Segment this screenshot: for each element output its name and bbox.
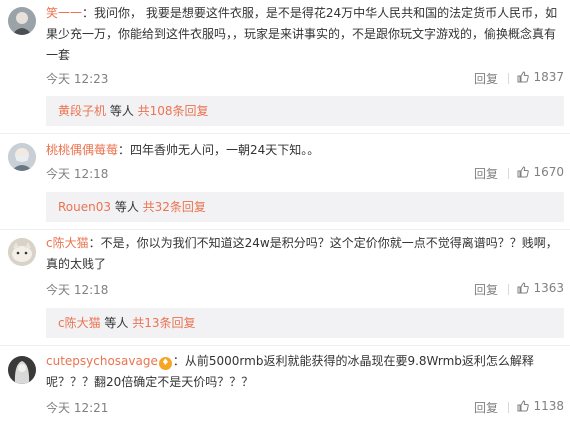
reply-summary[interactable]: 黄段子机 等人 共108条回复 xyxy=(46,96,564,126)
comment-meta: 今天 12:18 回复 1363 xyxy=(46,281,564,299)
reply-mid-text: 等人 xyxy=(111,200,143,214)
reply-button[interactable]: 回复 xyxy=(474,70,498,87)
thumbs-up-icon xyxy=(517,282,530,294)
thumbs-up-icon xyxy=(517,166,530,178)
like-count: 1363 xyxy=(533,281,564,295)
comment-body: ：不是，你以为我们不知道这24w是积分吗？这个定价你就一点不觉得离谱吗？？贱啊，… xyxy=(46,236,558,271)
like-button[interactable]: 1138 xyxy=(514,399,564,413)
reply-button[interactable]: 回复 xyxy=(474,399,498,416)
thumbs-up-icon xyxy=(517,400,530,412)
avatar[interactable] xyxy=(8,238,36,266)
member-badge-icon: ♦ xyxy=(158,357,172,370)
comment-text: c陈大猫：不是，你以为我们不知道这24w是积分吗？这个定价你就一点不觉得离谱吗？… xyxy=(46,233,560,275)
reply-mid-text: 等人 xyxy=(106,104,138,118)
reply-summary[interactable]: Rouen03 等人 共32条回复 xyxy=(46,192,564,222)
like-button[interactable]: 1363 xyxy=(514,281,564,295)
reply-mid-text: 等人 xyxy=(100,316,133,330)
comment-time: 今天 12:23 xyxy=(46,72,109,86)
comment-meta: 今天 12:21 回复 1138 xyxy=(46,399,564,417)
reply-button[interactable]: 回复 xyxy=(474,165,498,182)
comment-meta: 今天 12:23 回复 1837 xyxy=(46,70,564,88)
like-button[interactable]: 1670 xyxy=(514,165,564,179)
reply-count-link[interactable]: 共13条回复 xyxy=(132,316,195,330)
reply-username[interactable]: Rouen03 xyxy=(58,200,111,214)
comment-username[interactable]: cutepsychosavage xyxy=(46,354,158,368)
divider xyxy=(508,168,509,179)
comment-username[interactable]: 桃桃偶偶莓莓 xyxy=(46,143,118,157)
avatar[interactable] xyxy=(8,143,36,171)
comment-body: ：我问你， 我要是想要这件衣服，是不是得花24万中华人民共和国的法定货币人民币，… xyxy=(46,6,558,62)
divider xyxy=(508,284,509,295)
like-count: 1837 xyxy=(533,70,564,84)
like-count: 1670 xyxy=(533,165,564,179)
comment-username[interactable]: c陈大猫 xyxy=(46,236,89,250)
divider xyxy=(0,133,570,134)
reply-count-link[interactable]: 共108条回复 xyxy=(138,104,209,118)
divider xyxy=(0,345,570,346)
comment-time: 今天 12:21 xyxy=(46,401,109,415)
like-button[interactable]: 1837 xyxy=(514,70,564,84)
reply-count-link[interactable]: 共32条回复 xyxy=(143,200,206,214)
divider xyxy=(0,229,570,230)
comment-username[interactable]: 笑一一 xyxy=(46,6,82,20)
divider xyxy=(508,402,509,413)
comment-text: 桃桃偶偶莓莓：四年香帅无人问，一朝24天下知。。 xyxy=(46,140,560,161)
thumbs-up-icon xyxy=(517,71,530,83)
comment-time: 今天 12:18 xyxy=(46,167,109,181)
reply-button[interactable]: 回复 xyxy=(474,281,498,298)
reply-username[interactable]: c陈大猫 xyxy=(58,316,101,330)
avatar[interactable] xyxy=(8,356,36,384)
reply-username[interactable]: 黄段子机 xyxy=(58,104,106,118)
comment-text: 笑一一：我问你， 我要是想要这件衣服，是不是得花24万中华人民共和国的法定货币人… xyxy=(46,3,560,66)
comment-meta: 今天 12:18 回复 1670 xyxy=(46,165,564,183)
comment-text: cutepsychosavage ♦ ：从前5000rmb返利就能获得的冰晶现在要9… xyxy=(46,351,560,393)
comment-body: ：四年香帅无人问，一朝24天下知。。 xyxy=(118,143,320,157)
avatar[interactable] xyxy=(8,7,36,35)
like-count: 1138 xyxy=(533,399,564,413)
comment-time: 今天 12:18 xyxy=(46,283,109,297)
reply-summary[interactable]: c陈大猫 等人 共13条回复 xyxy=(46,308,564,338)
divider xyxy=(508,73,509,84)
